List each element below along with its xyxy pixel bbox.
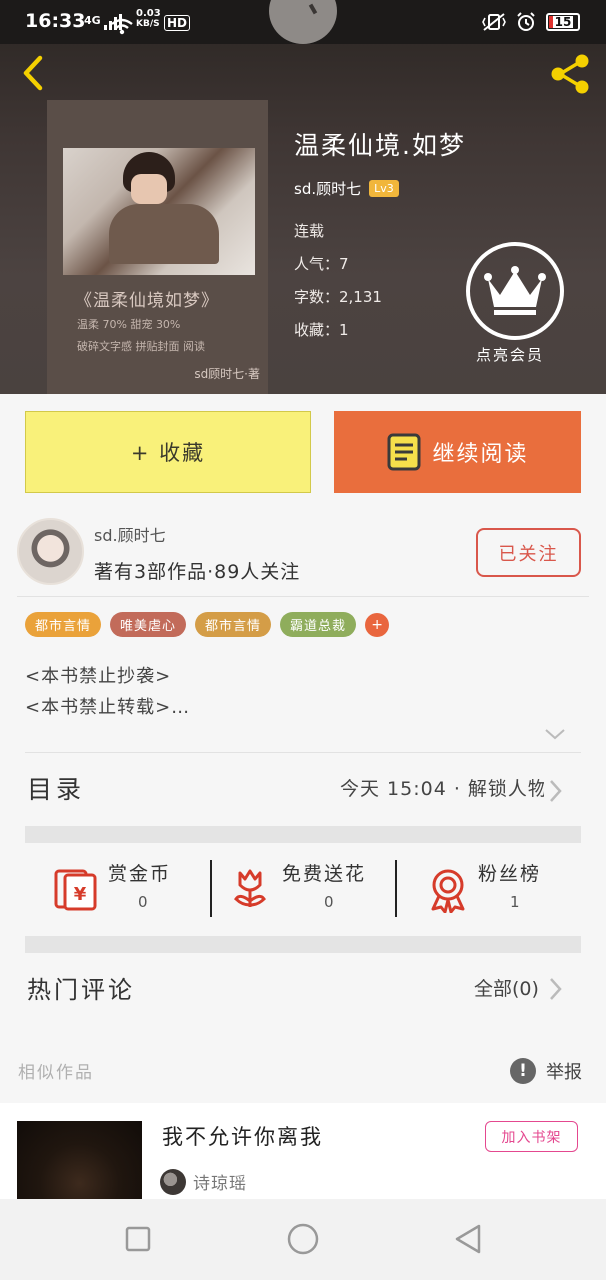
free-flowers-stat[interactable]: 免费送花 0: [232, 855, 382, 925]
level-badge: Lv3: [369, 180, 399, 197]
wifi-icon: [111, 18, 133, 35]
collect-label: + 收藏: [130, 441, 206, 465]
book-status: 连载: [294, 222, 325, 240]
medal-icon: [431, 869, 465, 913]
cover-title: 《温柔仙境如梦》: [75, 291, 219, 311]
author-name[interactable]: sd.顾时七: [94, 522, 166, 546]
book-title: 温柔仙境.如梦: [294, 131, 466, 160]
book-word-count: 字数：2,131: [294, 288, 382, 306]
alarm-icon: [517, 12, 535, 31]
hd-badge: HD: [164, 15, 191, 31]
tag-chip[interactable]: 都市言情: [25, 612, 102, 637]
reward-coins-stat[interactable]: ¥ 赏金币 0: [52, 855, 202, 925]
battery-level: 15: [552, 15, 574, 29]
cover-figure-face: [131, 174, 167, 204]
section-spacer: [25, 936, 581, 953]
back-nav-icon[interactable]: [449, 1219, 489, 1259]
book-cover[interactable]: 《温柔仙境如梦》 温柔 70% 甜宠 30% 破碎文字感 拼贴封面 阅读 sd顾…: [47, 100, 268, 394]
reward-coins-label: 赏金币: [108, 863, 172, 885]
hot-comments-label: 热门评论: [27, 976, 135, 1004]
book-icon: [387, 433, 421, 471]
tag-chip[interactable]: 霸道总裁: [280, 612, 357, 637]
similar-book-author: 诗琼瑶: [193, 1174, 247, 1194]
book-popularity: 人气：7: [294, 255, 349, 273]
fans-ranking-label: 粉丝榜: [478, 863, 542, 885]
share-button[interactable]: [548, 52, 596, 96]
tag-chip[interactable]: 都市言情: [195, 612, 272, 637]
collect-button[interactable]: + 收藏: [25, 411, 311, 493]
status-right: 15: [482, 12, 580, 32]
member-button[interactable]: [466, 242, 564, 340]
red-envelope-icon: ¥: [54, 869, 97, 911]
more-tags-button[interactable]: +: [365, 612, 390, 637]
speed-unit: KB/S: [136, 19, 160, 29]
description-line-2: <本书禁止转载>…: [25, 697, 191, 718]
separator: [210, 860, 212, 917]
member-label: 点亮会员: [476, 346, 545, 364]
free-flowers-value: 0: [324, 893, 334, 911]
add-to-shelf-button[interactable]: 加入书架: [485, 1121, 578, 1152]
expand-description-button[interactable]: [544, 726, 566, 745]
cover-figure-body: [109, 204, 219, 264]
network-indicator: 4G: [84, 14, 101, 27]
follow-button[interactable]: 已关注: [476, 528, 581, 577]
home-icon[interactable]: [283, 1219, 323, 1259]
similar-book-card[interactable]: 我不允许你离我 诗琼瑶 加入书架: [0, 1103, 606, 1199]
separator: [395, 860, 397, 917]
continue-reading-button[interactable]: 继续阅读: [334, 411, 581, 493]
reward-coins-value: 0: [138, 893, 148, 911]
cover-line-2: 破碎文字感 拼贴封面 阅读: [77, 340, 205, 353]
book-author-row[interactable]: sd.顾时七 Lv3: [294, 178, 399, 199]
speed-value: 0.03: [136, 8, 161, 19]
battery-indicator: 15: [546, 13, 580, 31]
back-button[interactable]: [14, 50, 54, 94]
cover-photo: [63, 148, 255, 275]
tag-chip[interactable]: 唯美虐心: [110, 612, 187, 637]
description-line-1: <本书禁止抄袭>: [25, 666, 172, 687]
similar-works-label: 相似作品: [18, 1063, 94, 1083]
follow-label: 已关注: [498, 543, 559, 565]
fans-ranking-value: 1: [510, 893, 520, 911]
camera-notch: [269, 0, 337, 44]
book-header: 16:33 4G 0.03 KB/S HD 15 《温柔仙境如梦》 温柔 70%…: [0, 0, 606, 394]
share-icon: [551, 54, 589, 94]
book-author[interactable]: sd.顾时七: [294, 178, 361, 199]
toc-latest-chapter[interactable]: 今天 15:04 · 解锁人物卡片: [340, 774, 544, 801]
author-info: 著有3部作品·89人关注: [94, 561, 301, 583]
chevron-right-icon[interactable]: [548, 976, 564, 1002]
vibrate-icon: [482, 13, 506, 31]
similar-book-cover[interactable]: [17, 1121, 142, 1199]
divider: [25, 752, 581, 753]
status-time: 16:33: [25, 10, 86, 32]
flower-icon: [234, 869, 266, 907]
free-flowers-label: 免费送花: [282, 863, 367, 885]
report-button[interactable]: ! 举报: [510, 1058, 582, 1084]
continue-reading-label: 继续阅读: [432, 442, 529, 467]
system-nav-bar: [0, 1199, 606, 1280]
toc-label[interactable]: 目录: [27, 770, 85, 806]
chevron-down-icon: [545, 729, 565, 740]
back-arrow-icon: [23, 55, 43, 91]
network-speed: 0.03 KB/S: [136, 8, 161, 30]
fans-ranking-stat[interactable]: 粉丝榜 1: [428, 855, 578, 925]
status-bar: 16:33 4G 0.03 KB/S HD 15: [0, 0, 606, 44]
cover-signature: sd顾时七·著: [194, 367, 260, 381]
crown-icon: [484, 266, 546, 315]
chevron-right-icon[interactable]: [548, 778, 564, 804]
report-label: 举报: [546, 1062, 582, 1083]
cover-line-1: 温柔 70% 甜宠 30%: [77, 318, 181, 331]
report-icon: !: [510, 1058, 536, 1084]
divider: [17, 596, 589, 597]
all-comments-link[interactable]: 全部(0): [474, 974, 539, 1001]
tag-list: 都市言情 唯美虐心 都市言情 霸道总裁 +: [25, 612, 390, 637]
author-avatar[interactable]: [17, 518, 84, 585]
svg-text:¥: ¥: [74, 884, 87, 905]
similar-author-avatar: [160, 1169, 186, 1195]
section-spacer: [25, 826, 581, 843]
recent-apps-icon[interactable]: [118, 1219, 158, 1259]
similar-book-title[interactable]: 我不允许你离我: [162, 1121, 323, 1151]
book-favorites: 收藏：1: [294, 321, 349, 339]
